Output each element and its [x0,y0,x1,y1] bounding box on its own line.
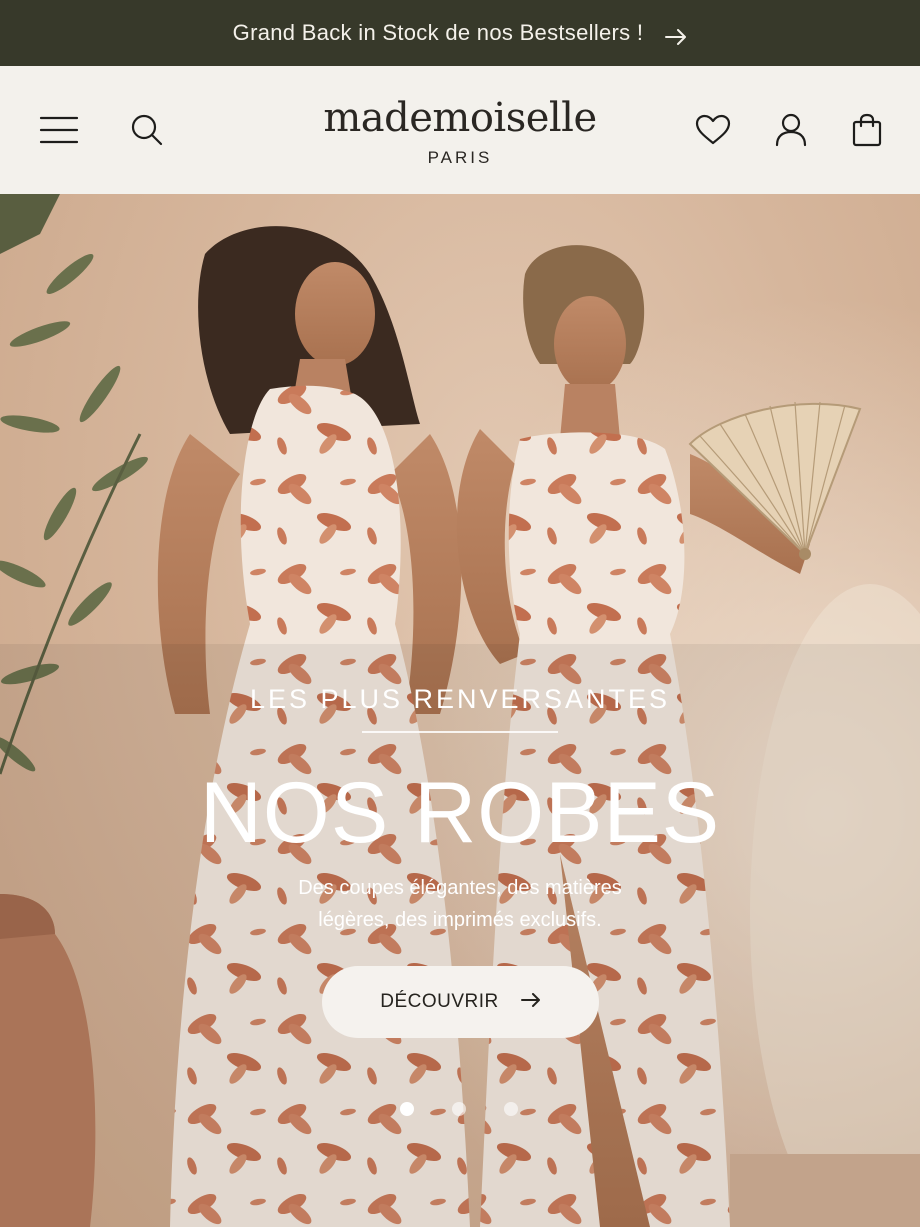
arrow-right-icon [520,991,541,1013]
site-header: mademoiselle PARIS [0,66,920,194]
carousel-dot-3[interactable] [504,1102,518,1116]
hero-kicker: LES PLUS RENVERSANTES [249,684,671,714]
carousel-dot-1[interactable] [400,1102,414,1116]
shopping-bag-icon[interactable] [839,66,895,194]
arrow-right-icon[interactable] [665,25,687,45]
hero-divider [362,731,558,733]
hero-banner[interactable]: LES PLUS RENVERSANTES NOS ROBES Des coup… [0,194,920,1227]
announcement-bar[interactable]: Grand Back in Stock de nos Bestsellers ! [0,0,920,66]
user-icon[interactable] [763,66,819,194]
heart-icon[interactable] [685,66,741,194]
hero-description-line-2: légères, des imprimés exclusifs. [318,909,602,931]
discover-button-label: DÉCOUVRIR [380,991,499,1012]
discover-button[interactable]: DÉCOUVRIR [322,966,599,1038]
announcement-text[interactable]: Grand Back in Stock de nos Bestsellers ! [233,20,644,46]
hero-description-line-1: Des coupes élégantes, des matières [298,877,622,899]
hero-headline: NOS ROBES [199,765,721,861]
carousel-dots [400,1102,518,1116]
hero-description: Des coupes élégantes, des matières légèr… [0,872,920,936]
carousel-dot-2[interactable] [452,1102,466,1116]
